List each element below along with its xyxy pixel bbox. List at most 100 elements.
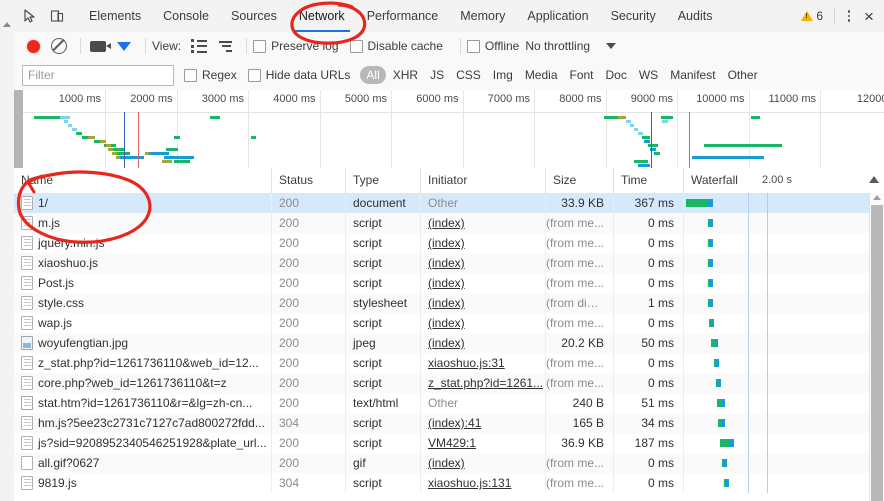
cell-initiator[interactable]: (index) bbox=[421, 233, 546, 253]
offline-checkbox[interactable] bbox=[466, 39, 480, 53]
filter-chip-doc[interactable]: Doc bbox=[601, 66, 632, 84]
column-header-time[interactable]: Time bbox=[614, 168, 684, 193]
initiator-link[interactable]: (index) bbox=[428, 256, 465, 270]
table-row[interactable]: all.gif?0627 200 gif (index) (from me... 0 ms bbox=[14, 453, 884, 473]
cell-name[interactable]: woyufengtian.jpg bbox=[14, 333, 272, 353]
filter-chip-img[interactable]: Img bbox=[488, 66, 518, 84]
inspect-cursor-icon[interactable] bbox=[16, 3, 42, 29]
hide-data-urls-checkbox[interactable] bbox=[247, 68, 261, 82]
initiator-link[interactable]: z_stat.php?id=1261... bbox=[428, 376, 543, 390]
cell-name[interactable]: wap.js bbox=[14, 313, 272, 333]
column-header-type[interactable]: Type bbox=[346, 168, 421, 193]
tab-console[interactable]: Console bbox=[152, 0, 220, 32]
filter-chip-manifest[interactable]: Manifest bbox=[665, 66, 720, 84]
scrollbar-thumb[interactable] bbox=[871, 205, 883, 501]
record-icon[interactable] bbox=[22, 34, 44, 58]
table-row[interactable]: 1/200 document Other 33.9 KB 367 ms bbox=[14, 193, 884, 213]
table-row[interactable]: jquery.min.js 200 script (index) (from me...… bbox=[14, 233, 884, 253]
filter-chip-ws[interactable]: WS bbox=[634, 66, 663, 84]
cell-name[interactable]: core.php?web_id=1261736110&t=z bbox=[14, 373, 272, 393]
regex-checkbox[interactable] bbox=[184, 68, 197, 82]
initiator-link[interactable]: (index) bbox=[428, 216, 465, 230]
chevron-down-icon[interactable] bbox=[606, 43, 617, 49]
column-header-status[interactable]: Status bbox=[272, 168, 346, 193]
cell-name[interactable]: style.css bbox=[14, 293, 272, 313]
cell-name[interactable]: z_stat.php?id=1261736110&web_id=12... bbox=[14, 353, 272, 373]
cell-name[interactable]: 1/ bbox=[14, 193, 272, 213]
tab-performance[interactable]: Performance bbox=[356, 0, 450, 32]
table-row[interactable]: js?sid=9208952340546251928&plate_url... 2… bbox=[14, 433, 884, 453]
table-row[interactable]: style.css 200 stylesheet (index) (from disk.… bbox=[14, 293, 884, 313]
initiator-link[interactable]: (index):41 bbox=[428, 416, 481, 430]
throttling-value[interactable]: No throttling bbox=[525, 39, 590, 53]
list-view-icon[interactable] bbox=[188, 34, 210, 58]
cell-name[interactable]: stat.htm?id=1261736110&r=&lg=zh-cn... bbox=[14, 393, 272, 413]
initiator-link[interactable]: (index) bbox=[428, 296, 465, 310]
cell-name[interactable]: js?sid=9208952340546251928&plate_url... bbox=[14, 433, 272, 453]
cell-name[interactable]: hm.js?5ee23c2731c7127c7ad800272fdd... bbox=[14, 413, 272, 433]
filter-chip-media[interactable]: Media bbox=[520, 66, 563, 84]
cell-initiator[interactable]: xiaoshuo.js:131 bbox=[421, 473, 546, 493]
initiator-link[interactable]: (index) bbox=[428, 456, 465, 470]
network-overview[interactable]: 1000 ms 2000 ms 3000 ms 4000 ms 5000 ms 6000 … bbox=[14, 90, 884, 169]
table-row[interactable]: xiaoshuo.js 200 script (index) (from me... 0 … bbox=[14, 253, 884, 273]
overview-left-handle[interactable] bbox=[14, 90, 23, 168]
cell-name[interactable]: all.gif?0627 bbox=[14, 453, 272, 473]
sort-ascending-icon[interactable] bbox=[869, 176, 879, 183]
table-row[interactable]: wap.js 200 script (index) (from me... 0 ms bbox=[14, 313, 884, 333]
filter-chip-xhr[interactable]: XHR bbox=[388, 66, 423, 84]
funnel-icon[interactable] bbox=[113, 34, 135, 65]
cell-name[interactable]: m.js bbox=[14, 213, 272, 233]
vertical-scrollbar[interactable] bbox=[869, 193, 884, 501]
scroll-up-arrow-icon[interactable] bbox=[873, 195, 881, 200]
tab-memory[interactable]: Memory bbox=[449, 0, 516, 32]
cell-initiator[interactable]: (index) bbox=[421, 273, 546, 293]
initiator-link[interactable]: xiaoshuo.js:131 bbox=[428, 476, 511, 490]
cell-initiator[interactable]: (index) bbox=[421, 253, 546, 273]
device-toolbar-icon[interactable] bbox=[44, 3, 70, 29]
clear-icon[interactable] bbox=[48, 34, 70, 58]
cell-initiator[interactable]: VM429:1 bbox=[421, 433, 546, 453]
cell-name[interactable]: xiaoshuo.js bbox=[14, 253, 272, 273]
filter-chip-other[interactable]: Other bbox=[723, 66, 763, 84]
table-row[interactable]: hm.js?5ee23c2731c7127c7ad800272fdd... 304… bbox=[14, 413, 884, 433]
column-header-name[interactable]: Name bbox=[14, 168, 272, 193]
cell-name[interactable]: 9819.js bbox=[14, 473, 272, 493]
cell-initiator[interactable]: (index) bbox=[421, 293, 546, 313]
cell-initiator[interactable]: (index) bbox=[421, 453, 546, 473]
column-header-size[interactable]: Size bbox=[546, 168, 614, 193]
table-row[interactable]: z_stat.php?id=1261736110&web_id=12... 200… bbox=[14, 353, 884, 373]
tab-audits[interactable]: Audits bbox=[667, 0, 724, 32]
filter-chip-js[interactable]: JS bbox=[425, 66, 449, 84]
camera-icon[interactable] bbox=[87, 34, 111, 58]
cell-name[interactable]: Post.js bbox=[14, 273, 272, 293]
filter-chip-all[interactable]: All bbox=[360, 66, 386, 84]
table-row[interactable]: core.php?web_id=1261736110&t=z 200 script z… bbox=[14, 373, 884, 393]
more-options-icon[interactable] bbox=[840, 7, 858, 25]
tab-security[interactable]: Security bbox=[600, 0, 667, 32]
cell-initiator[interactable]: (index) bbox=[421, 313, 546, 333]
disable-cache-checkbox[interactable] bbox=[349, 39, 363, 53]
search-input[interactable] bbox=[22, 64, 174, 86]
cell-initiator[interactable]: z_stat.php?id=1261... bbox=[421, 373, 546, 393]
cell-name[interactable]: jquery.min.js bbox=[14, 233, 272, 253]
table-row[interactable]: stat.htm?id=1261736110&r=&lg=zh-cn... 200… bbox=[14, 393, 884, 413]
tab-elements[interactable]: Elements bbox=[78, 0, 152, 32]
table-row[interactable]: Post.js 200 script (index) (from me... 0 ms bbox=[14, 273, 884, 293]
initiator-link[interactable]: (index) bbox=[428, 336, 465, 350]
initiator-link[interactable]: (index) bbox=[428, 276, 465, 290]
filter-chip-css[interactable]: CSS bbox=[451, 66, 486, 84]
cell-initiator[interactable]: xiaoshuo.js:31 bbox=[421, 353, 546, 373]
initiator-link[interactable]: VM429:1 bbox=[428, 436, 476, 450]
scroll-up-icon[interactable] bbox=[3, 22, 11, 27]
preserve-log-checkbox[interactable] bbox=[253, 39, 267, 53]
tab-sources[interactable]: Sources bbox=[220, 0, 288, 32]
table-row[interactable]: 9819.js 304 script xiaoshuo.js:131 (from me.… bbox=[14, 473, 884, 493]
column-header-initiator[interactable]: Initiator bbox=[421, 168, 546, 193]
initiator-link[interactable]: (index) bbox=[428, 236, 465, 250]
initiator-link[interactable]: xiaoshuo.js:31 bbox=[428, 356, 505, 370]
table-row[interactable]: woyufengtian.jpg 200 jpeg (index) 20.2 KB 50 … bbox=[14, 333, 884, 353]
cell-initiator[interactable]: (index):41 bbox=[421, 413, 546, 433]
initiator-link[interactable]: (index) bbox=[428, 316, 465, 330]
close-icon[interactable]: × bbox=[858, 5, 880, 27]
